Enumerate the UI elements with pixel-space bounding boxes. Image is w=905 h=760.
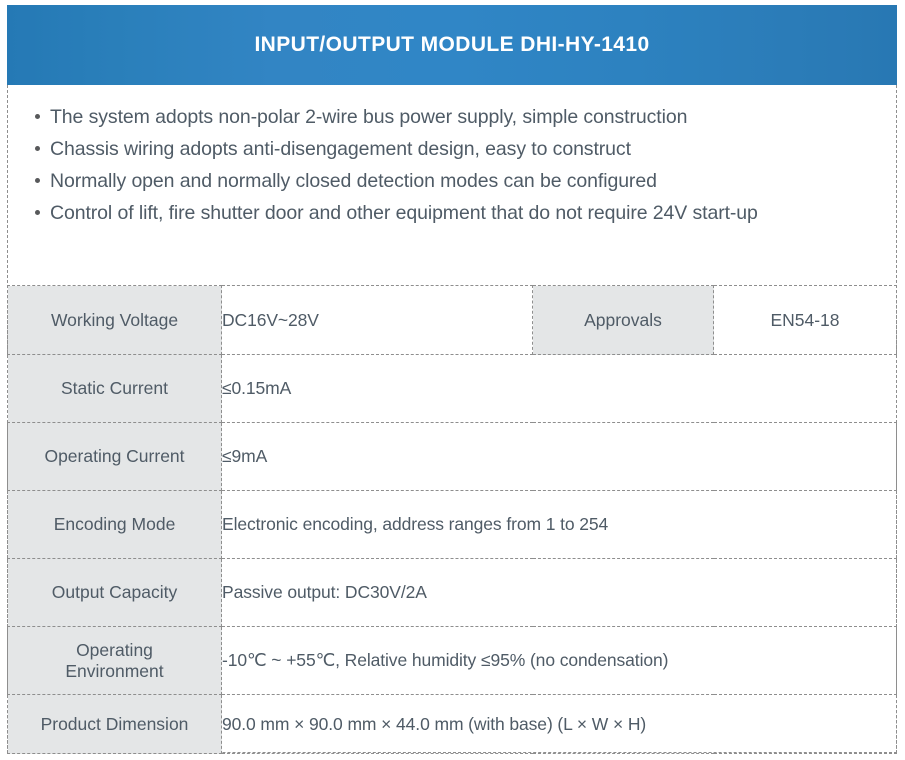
spec-label-line-2: Environment <box>65 660 164 681</box>
datasheet-body: The system adopts non-polar 2-wire bus p… <box>7 85 897 754</box>
spec-label: Working Voltage <box>7 285 222 355</box>
product-header-banner: INPUT/OUTPUT MODULE DHI-HY-1410 <box>7 5 897 85</box>
spec-value-approvals: EN54-18 <box>713 285 897 355</box>
spec-label: Output Capacity <box>7 558 222 627</box>
bullet-icon <box>30 199 50 215</box>
spec-value: 90.0 mm × 90.0 mm × 44.0 mm (with base) … <box>221 694 897 754</box>
list-item: Chassis wiring adopts anti-disengagement… <box>30 135 874 164</box>
spec-value: ≤0.15mA <box>221 354 897 423</box>
feature-text: The system adopts non-polar 2-wire bus p… <box>50 106 688 128</box>
specification-table: Working Voltage DC16V~28V Approvals EN54… <box>7 285 897 754</box>
feature-list: The system adopts non-polar 2-wire bus p… <box>8 85 896 231</box>
spec-label: Encoding Mode <box>7 490 222 559</box>
spec-label: Product Dimension <box>7 694 222 754</box>
page-title: INPUT/OUTPUT MODULE DHI-HY-1410 <box>254 33 650 56</box>
spec-label-line-1: Operating <box>76 639 153 660</box>
spec-label: Static Current <box>7 354 222 423</box>
table-row: Product Dimension 90.0 mm × 90.0 mm × 44… <box>7 694 897 754</box>
datasheet-page: INPUT/OUTPUT MODULE DHI-HY-1410 The syst… <box>0 0 905 760</box>
spec-value: Passive output: DC30V/2A <box>221 558 897 627</box>
table-row: Operating Environment -10℃ ~ +55℃, Relat… <box>7 626 897 695</box>
spec-value: ≤9mA <box>221 422 897 491</box>
bullet-icon <box>30 135 50 151</box>
table-row: Output Capacity Passive output: DC30V/2A <box>7 558 897 627</box>
spec-value: DC16V~28V <box>221 285 533 355</box>
list-item: The system adopts non-polar 2-wire bus p… <box>30 103 874 132</box>
table-row: Operating Current ≤9mA <box>7 422 897 491</box>
feature-text: Control of lift, fire shutter door and o… <box>50 202 758 224</box>
spec-value: -10℃ ~ +55℃, Relative humidity ≤95% (no … <box>221 626 897 695</box>
spec-label: Operating Environment <box>7 626 222 695</box>
feature-text: Chassis wiring adopts anti-disengagement… <box>50 138 631 160</box>
table-row: Working Voltage DC16V~28V Approvals EN54… <box>7 285 897 355</box>
list-item: Normally open and normally closed detect… <box>30 167 874 196</box>
spec-label-approvals: Approvals <box>532 285 714 355</box>
bullet-icon <box>30 103 50 119</box>
table-row: Static Current ≤0.15mA <box>7 354 897 423</box>
spec-value: Electronic encoding, address ranges from… <box>221 490 897 559</box>
list-item: Control of lift, fire shutter door and o… <box>30 199 874 228</box>
spec-label: Operating Current <box>7 422 222 491</box>
bullet-icon <box>30 167 50 183</box>
table-row: Encoding Mode Electronic encoding, addre… <box>7 490 897 559</box>
feature-text: Normally open and normally closed detect… <box>50 170 657 192</box>
